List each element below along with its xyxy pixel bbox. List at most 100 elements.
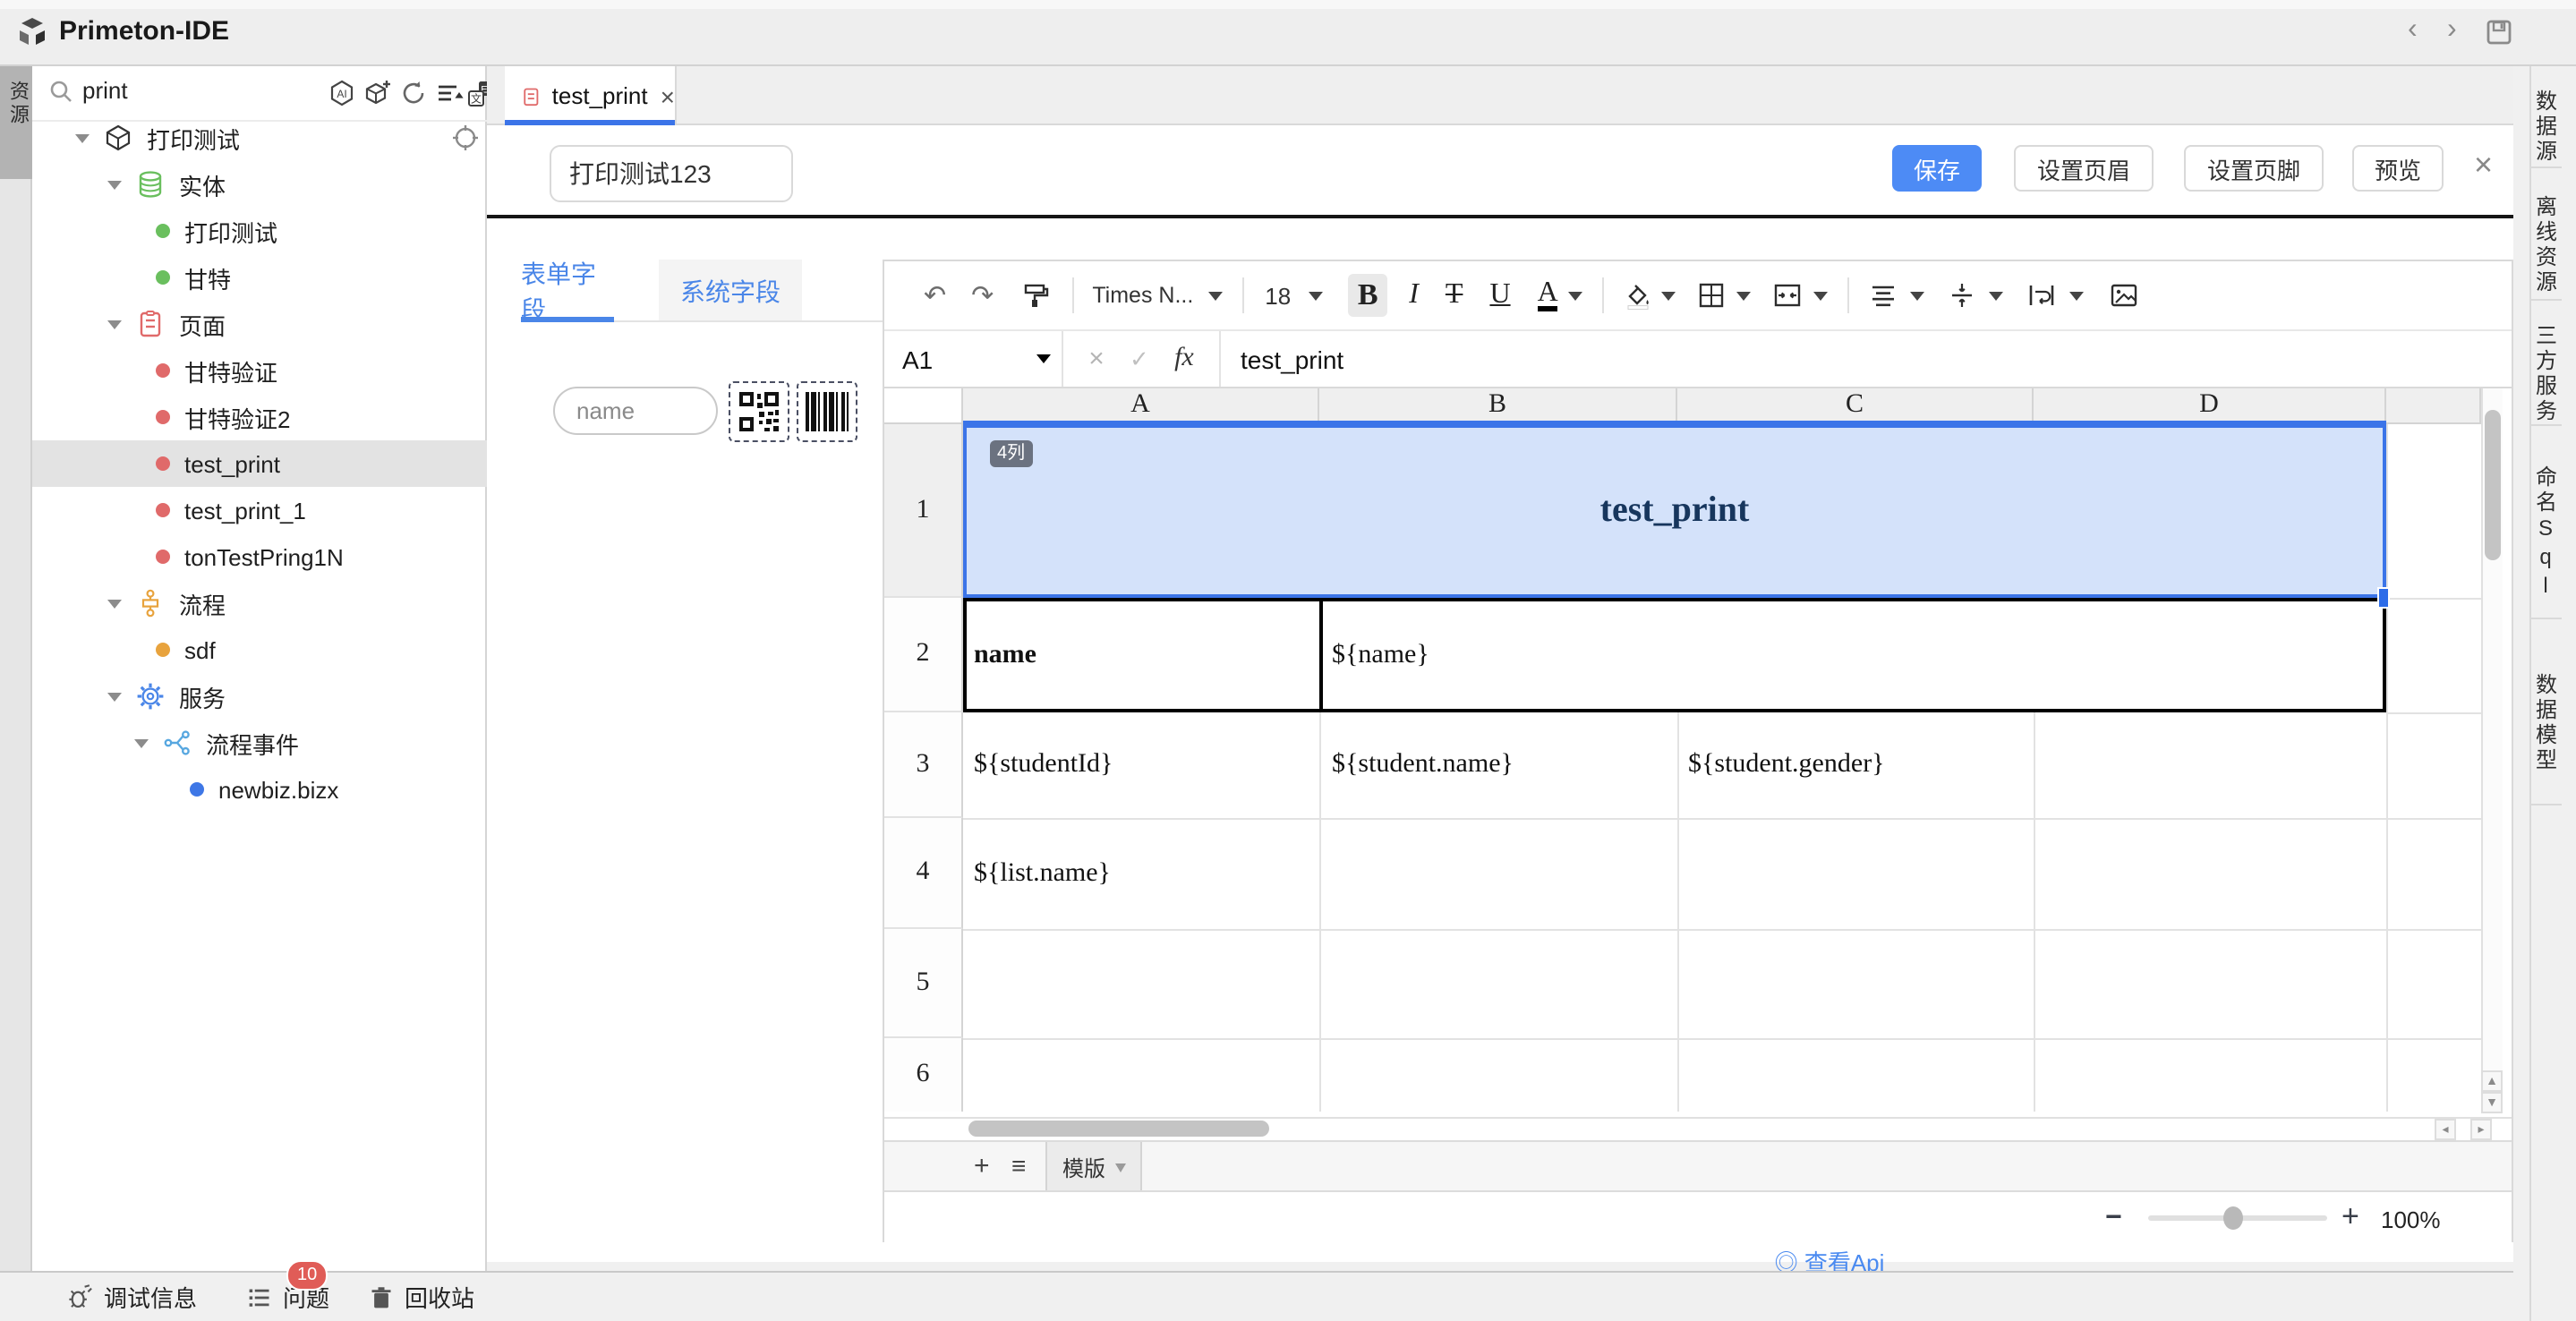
locate-target-icon[interactable] — [451, 124, 480, 152]
ai-assistant-icon[interactable]: AI — [328, 79, 356, 107]
column-header-c[interactable]: C — [1677, 388, 2034, 424]
tab-system-fields[interactable]: 系统字段 — [659, 260, 802, 322]
tree-item-flows[interactable]: 流程 — [32, 580, 487, 626]
preview-button[interactable]: 预览 — [2352, 145, 2444, 192]
qrcode-field-button[interactable] — [729, 381, 789, 442]
debug-info-button[interactable]: 调试信息 — [66, 1273, 197, 1321]
tree-item-entity[interactable]: 甘特 — [32, 254, 487, 301]
tree-item-page[interactable]: 甘特验证2 — [32, 394, 487, 440]
scroll-right-button[interactable]: ▸ — [2470, 1119, 2492, 1140]
sort-filter-icon[interactable] — [435, 79, 464, 107]
cell-b3[interactable]: ${student.name} — [1332, 712, 1514, 818]
nav-forward-icon[interactable]: › — [2447, 16, 2457, 45]
row-header-4[interactable]: 4 — [884, 818, 963, 929]
sheet-tab-template[interactable]: 模版 — [1045, 1142, 1142, 1192]
merge-cells-button[interactable] — [1773, 281, 1804, 310]
undo-icon[interactable]: ↶ — [924, 279, 946, 311]
rail-tab-data-source[interactable]: 数据源 — [2531, 66, 2562, 168]
tree-item-entity[interactable]: 打印测试 — [32, 208, 487, 254]
rail-tab-resources[interactable]: 资源 — [0, 66, 32, 179]
scroll-up-button[interactable]: ▲ — [2481, 1070, 2503, 1092]
barcode-field-button[interactable] — [797, 381, 857, 442]
tab-test-print[interactable]: test_print × — [505, 66, 677, 125]
selected-merged-cell-a1[interactable]: test_print 4列 — [963, 424, 2386, 598]
expand-arrow-icon[interactable] — [107, 599, 122, 608]
font-family-dropdown-icon[interactable] — [1207, 291, 1222, 300]
tree-item-biz-file[interactable]: newbiz.bizx — [32, 766, 487, 813]
tab-close-icon[interactable]: × — [661, 83, 675, 108]
cell-a3[interactable]: ${studentId} — [974, 712, 1113, 818]
tree-item-services[interactable]: 服务 — [32, 673, 487, 720]
tree-item-page-selected[interactable]: test_print — [32, 440, 487, 487]
tree-item-project[interactable]: 打印测试 — [32, 115, 487, 161]
cell-a4[interactable]: ${list.name} — [974, 818, 1111, 929]
bold-button[interactable]: B — [1348, 274, 1387, 317]
cell-reference-dropdown-icon[interactable] — [1036, 354, 1051, 363]
formula-confirm-icon[interactable]: ✓ — [1130, 345, 1149, 373]
cell-c3[interactable]: ${student.gender} — [1688, 712, 1885, 818]
save-icon[interactable] — [2485, 18, 2513, 47]
horizontal-scrollbar-thumb[interactable] — [968, 1121, 1269, 1137]
function-fx-icon[interactable]: fx — [1174, 344, 1194, 374]
scroll-left-button[interactable]: ◂ — [2435, 1119, 2456, 1140]
nav-back-icon[interactable]: ‹ — [2408, 16, 2418, 45]
font-size-select[interactable]: 18 — [1265, 282, 1291, 309]
expand-arrow-icon[interactable] — [107, 320, 122, 328]
column-header-a[interactable]: A — [963, 388, 1319, 424]
fill-color-dropdown-icon[interactable] — [1662, 291, 1676, 300]
sheet-list-icon[interactable]: ≡ — [1011, 1151, 1026, 1180]
zoom-slider-thumb[interactable] — [2223, 1206, 2243, 1230]
borders-dropdown-icon[interactable] — [1737, 291, 1752, 300]
column-header-d[interactable]: D — [2034, 388, 2386, 424]
tree-item-flow[interactable]: sdf — [32, 626, 487, 673]
add-sheet-button[interactable]: + — [974, 1151, 990, 1181]
tree-item-page[interactable]: test_print_1 — [32, 487, 487, 533]
expand-arrow-icon[interactable] — [107, 180, 122, 189]
expand-arrow-icon[interactable] — [107, 692, 122, 701]
redo-icon[interactable]: ↷ — [971, 279, 994, 311]
rail-tab-offline-resources[interactable]: 离线资源 — [2531, 168, 2562, 301]
rail-tab-named-sql[interactable]: 命名Sql — [2531, 426, 2562, 619]
cell-b2-merged[interactable]: ${name} — [1332, 598, 1429, 712]
tree-item-pages[interactable]: 页面 — [32, 301, 487, 347]
italic-button[interactable]: I — [1409, 279, 1419, 311]
zoom-out-icon[interactable]: − — [2105, 1203, 2122, 1235]
tree-item-entities[interactable]: 实体 — [32, 161, 487, 208]
expand-arrow-icon[interactable] — [75, 133, 90, 142]
vertical-align-button[interactable] — [1949, 281, 1977, 310]
font-size-dropdown-icon[interactable] — [1309, 291, 1323, 300]
tree-item-page[interactable]: tonTestPring1N — [32, 533, 487, 580]
rail-tab-third-party-services[interactable]: 三方服务 — [2531, 301, 2562, 426]
row-header-3[interactable]: 3 — [884, 712, 963, 818]
insert-image-button[interactable] — [2110, 281, 2140, 310]
scroll-down-button[interactable]: ▼ — [2481, 1092, 2503, 1113]
borders-button[interactable] — [1698, 281, 1727, 310]
cell-a2[interactable]: name — [974, 598, 1036, 712]
set-page-header-button[interactable]: 设置页眉 — [2014, 145, 2154, 192]
font-color-dropdown-icon[interactable] — [1569, 291, 1583, 300]
horizontal-align-dropdown-icon[interactable] — [1911, 291, 1925, 300]
tree-item-page[interactable]: 甘特验证 — [32, 347, 487, 394]
font-family-select[interactable]: Times N... — [1092, 283, 1193, 308]
fill-color-button[interactable] — [1625, 281, 1653, 310]
zoom-in-icon[interactable]: + — [2341, 1199, 2359, 1235]
sheet-tab-dropdown-icon[interactable] — [1114, 1163, 1125, 1172]
set-page-footer-button[interactable]: 设置页脚 — [2184, 145, 2324, 192]
vertical-scrollbar-thumb[interactable] — [2484, 410, 2500, 560]
merge-cells-dropdown-icon[interactable] — [1814, 291, 1829, 300]
refresh-icon[interactable] — [399, 79, 428, 107]
cell-reference-box[interactable]: A1 — [884, 331, 1063, 387]
save-button[interactable]: 保存 — [1892, 145, 1982, 192]
search-input[interactable] — [79, 75, 301, 106]
font-color-button[interactable]: A — [1538, 279, 1558, 311]
grid-corner-cell[interactable] — [884, 388, 963, 424]
row-header-2[interactable]: 2 — [884, 598, 963, 712]
formula-cancel-icon[interactable]: × — [1088, 344, 1105, 374]
column-header-extra[interactable] — [2386, 388, 2481, 424]
text-wrap-dropdown-icon[interactable] — [2070, 291, 2085, 300]
underline-button[interactable]: U — [1489, 279, 1510, 311]
recycle-bin-button[interactable]: 回收站 — [369, 1273, 474, 1321]
new-model-icon[interactable] — [363, 79, 392, 107]
text-wrap-button[interactable] — [2027, 281, 2058, 310]
selection-fill-handle[interactable] — [2377, 587, 2390, 609]
